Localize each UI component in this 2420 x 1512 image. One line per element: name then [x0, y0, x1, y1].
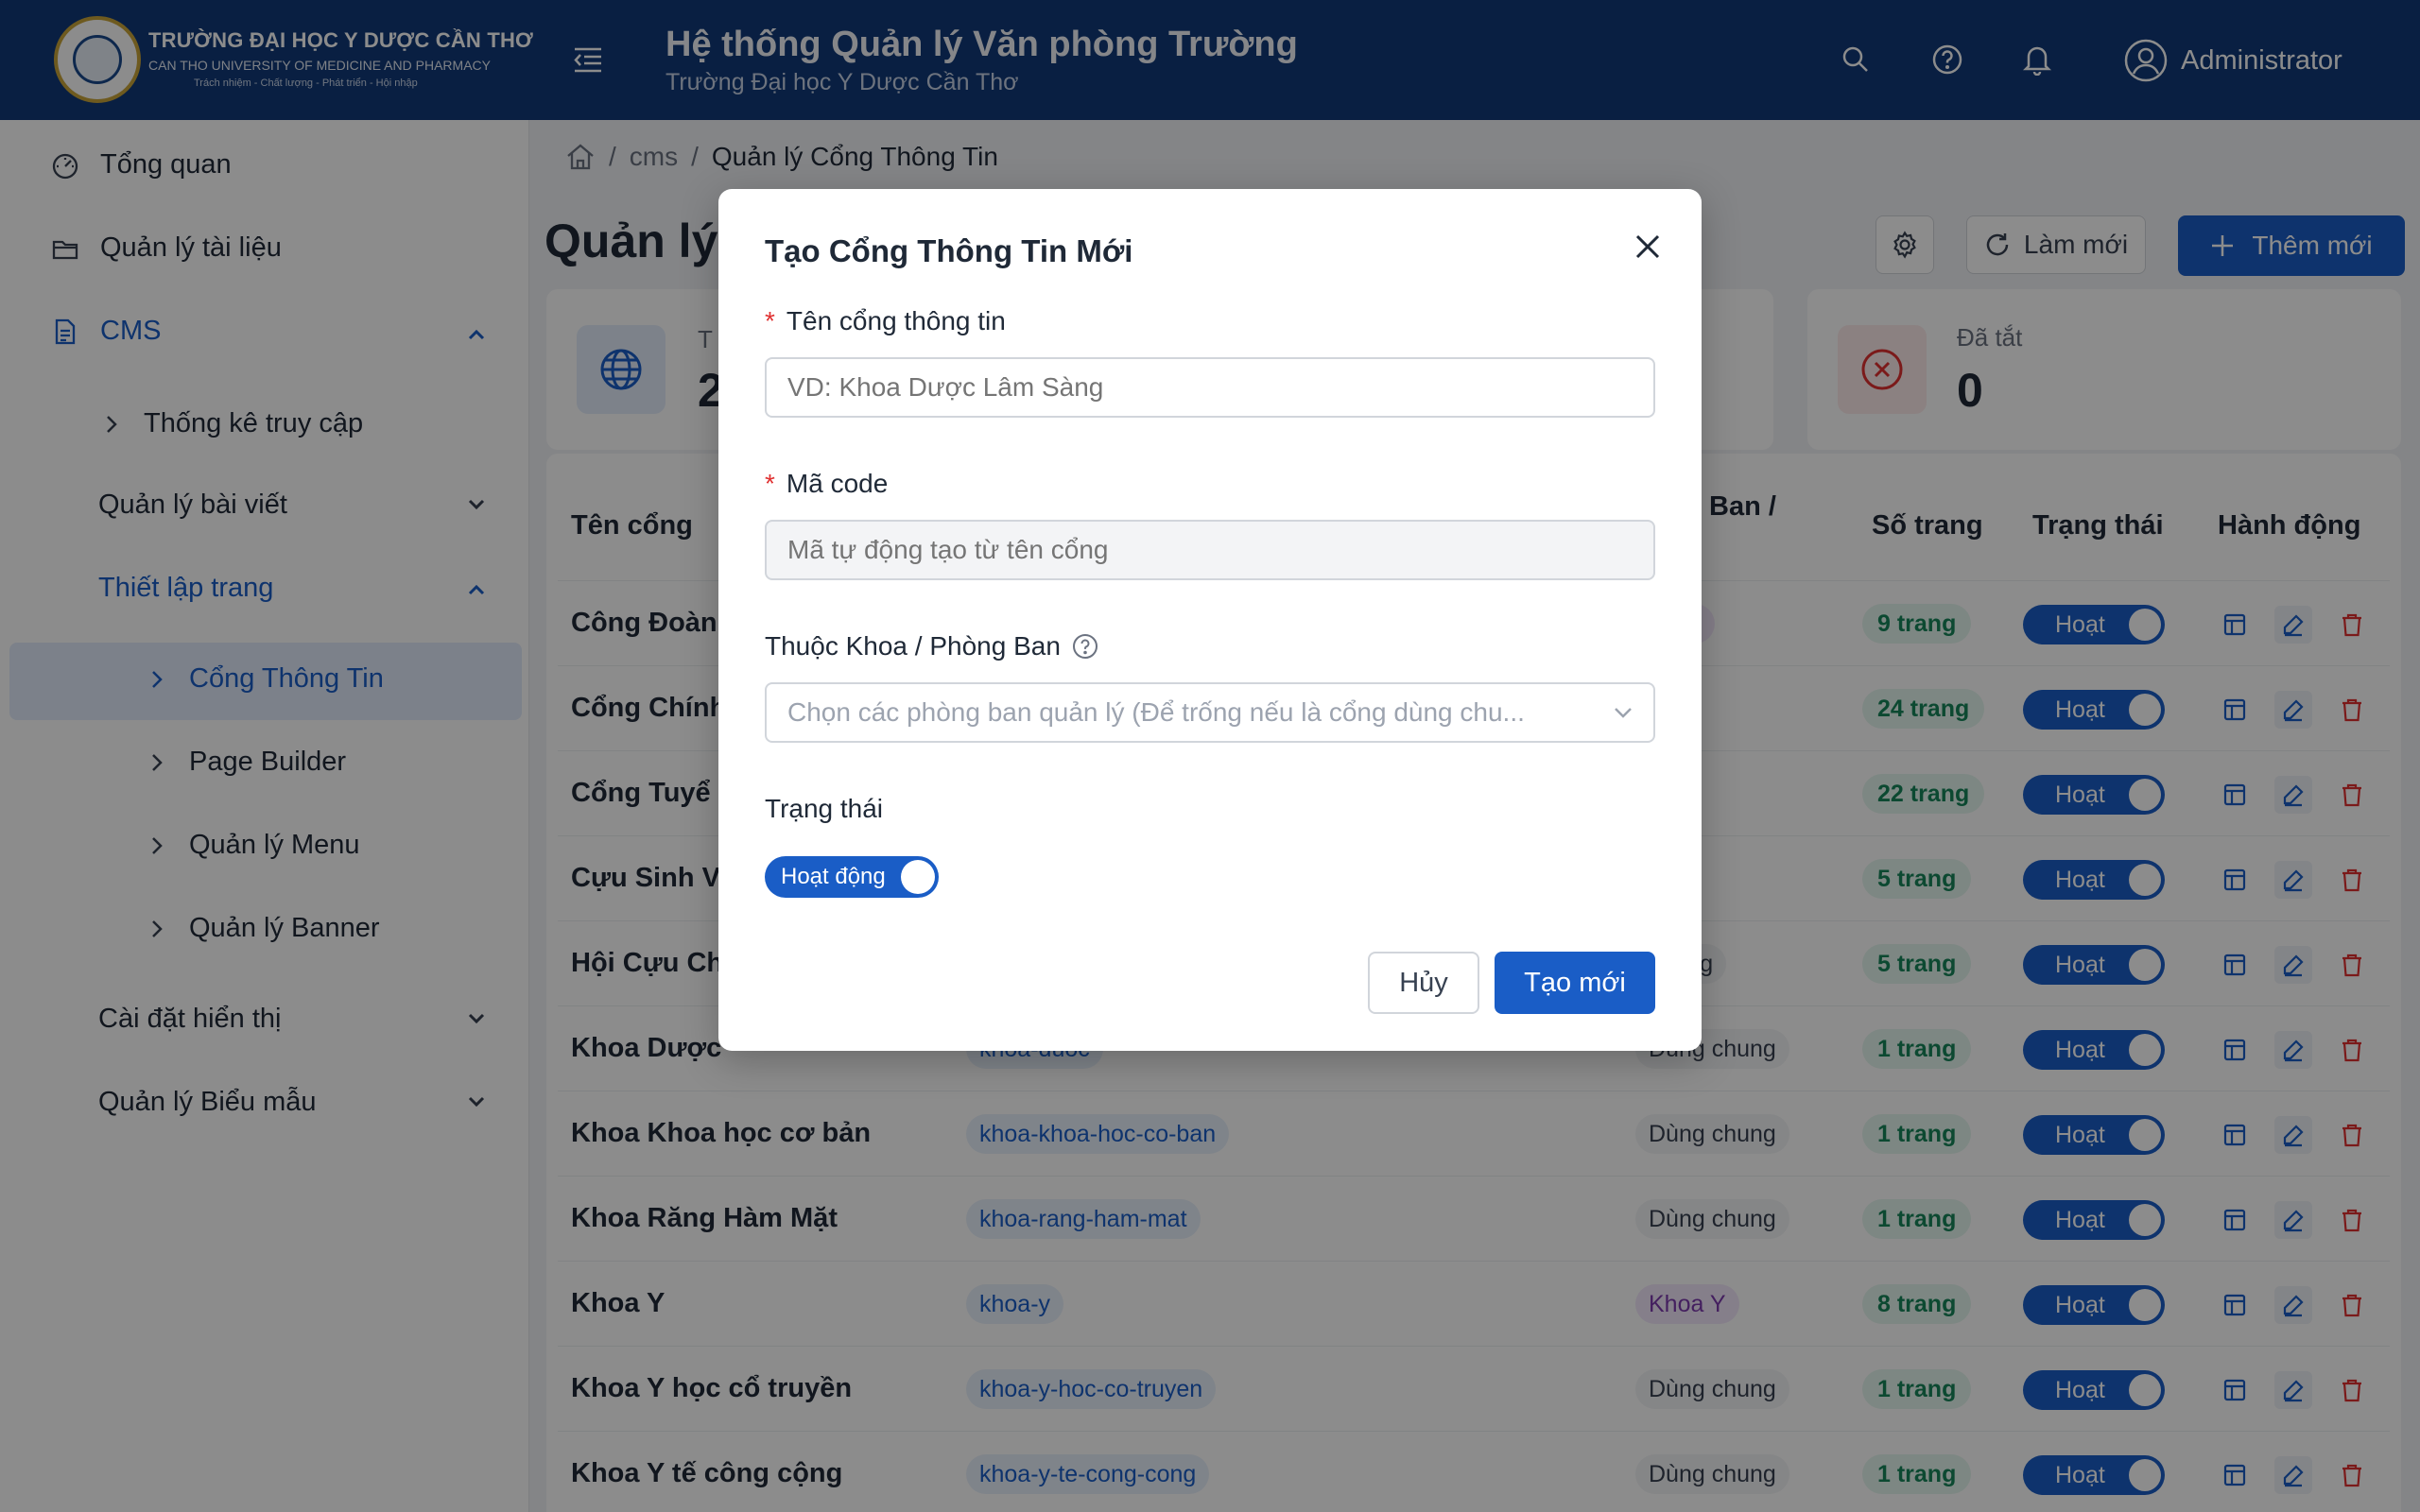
- dept-field-label: Thuộc Khoa / Phòng Ban: [765, 631, 1098, 662]
- create-button[interactable]: Tạo mới: [1495, 952, 1655, 1014]
- required-mark: *: [765, 306, 775, 335]
- code-field-label: * Mã code: [765, 469, 888, 499]
- question-icon[interactable]: [1072, 633, 1098, 660]
- dept-select-placeholder: Chọn các phòng ban quản lý (Để trống nếu…: [787, 697, 1525, 727]
- name-label-text: Tên cổng thông tin: [786, 306, 1006, 335]
- name-field-label: * Tên cổng thông tin: [765, 306, 1006, 336]
- dept-label-text: Thuộc Khoa / Phòng Ban: [765, 631, 1061, 661]
- toggle-knob: [901, 860, 935, 894]
- status-toggle[interactable]: Hoạt động: [765, 856, 939, 898]
- modal-title: Tạo Cổng Thông Tin Mới: [765, 233, 1133, 268]
- dept-select[interactable]: Chọn các phòng ban quản lý (Để trống nếu…: [765, 682, 1655, 743]
- required-mark: *: [765, 469, 775, 498]
- status-toggle-label: Hoạt động: [781, 864, 886, 889]
- chevron-down-icon: [1612, 701, 1634, 724]
- close-button[interactable]: [1624, 223, 1671, 270]
- cancel-button[interactable]: Hủy: [1368, 952, 1479, 1014]
- create-portal-modal: Tạo Cổng Thông Tin Mới * Tên cổng thông …: [718, 189, 1702, 1051]
- portal-code-input: [765, 520, 1655, 580]
- code-label-text: Mã code: [786, 469, 889, 498]
- portal-name-input[interactable]: [765, 357, 1655, 418]
- status-field-label: Trạng thái: [765, 794, 884, 823]
- close-icon: [1634, 232, 1662, 261]
